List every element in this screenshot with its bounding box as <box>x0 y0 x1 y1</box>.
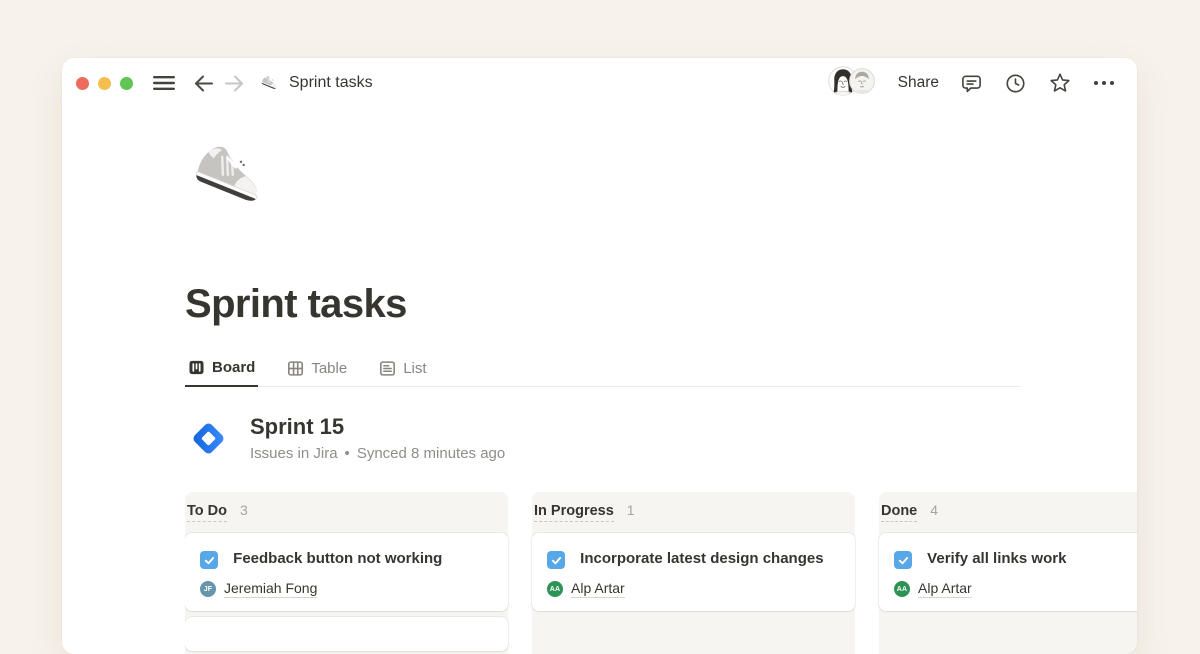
menu-icon[interactable] <box>153 74 175 92</box>
assignee-avatar: AA <box>894 581 910 597</box>
view-tabs: Board Table List <box>185 355 1020 387</box>
task-card[interactable]: Incorporate latest design changes AA Alp… <box>532 533 855 611</box>
more-ellipsis-icon[interactable] <box>1093 80 1115 86</box>
column-title[interactable]: In Progress <box>534 503 614 522</box>
tab-board-label: Board <box>212 359 255 376</box>
sprint-source: Issues in Jira <box>250 445 338 462</box>
bullet-separator: • <box>345 445 350 462</box>
task-title: Incorporate latest design changes <box>580 550 823 567</box>
task-assignee[interactable]: JF Jeremiah Fong <box>200 580 493 598</box>
task-title-row: Feedback button not working <box>200 546 493 572</box>
task-card-peek[interactable] <box>185 617 508 651</box>
jira-logo-icon <box>185 415 232 462</box>
page-sneaker-icon[interactable] <box>185 134 273 222</box>
task-title: Verify all links work <box>927 550 1066 567</box>
task-checkbox-icon[interactable] <box>200 551 218 569</box>
column-count: 1 <box>627 502 635 518</box>
page-body: Sprint tasks Board Table <box>62 134 1137 654</box>
close-window-button[interactable] <box>76 77 89 90</box>
sprint-title[interactable]: Sprint 15 <box>250 414 505 440</box>
comments-icon[interactable] <box>960 72 983 95</box>
column-count: 4 <box>930 502 938 518</box>
task-title-row: Incorporate latest design changes <box>547 546 840 572</box>
column-header: In Progress 1 <box>532 492 855 533</box>
minimize-window-button[interactable] <box>98 77 111 90</box>
titlebar: Sprint tasks <box>62 58 1137 108</box>
app-window: Sprint tasks <box>62 58 1137 654</box>
task-title: Feedback button not working <box>233 550 442 567</box>
back-arrow-icon[interactable] <box>193 74 214 93</box>
sprint-sync-status: Synced 8 minutes ago <box>357 445 505 462</box>
assignee-name: Alp Artar <box>571 580 625 598</box>
updates-clock-icon[interactable] <box>1004 72 1027 95</box>
column-count: 3 <box>240 502 248 518</box>
assignee-avatar: AA <box>547 581 563 597</box>
window-controls <box>76 77 133 90</box>
column-header: Done 4 <box>879 492 1137 533</box>
tab-table-label: Table <box>311 360 347 377</box>
column-title[interactable]: Done <box>881 503 917 522</box>
column-header: To Do 3 <box>185 492 508 533</box>
assignee-name: Alp Artar <box>918 580 972 598</box>
sprint-header: Sprint 15 Issues in Jira • Synced 8 minu… <box>185 414 1137 462</box>
sprint-subtitle: Issues in Jira • Synced 8 minutes ago <box>250 445 505 462</box>
tab-board[interactable]: Board <box>185 355 258 387</box>
task-checkbox-icon[interactable] <box>894 551 912 569</box>
tab-list[interactable]: List <box>376 355 429 387</box>
task-card[interactable]: Verify all links work AA Alp Artar <box>879 533 1137 611</box>
task-title-row: Verify all links work <box>894 546 1137 572</box>
assignee-avatar: JF <box>200 581 216 597</box>
task-card[interactable]: Feedback button not working JF Jeremiah … <box>185 533 508 611</box>
task-assignee[interactable]: AA Alp Artar <box>547 580 840 598</box>
forward-arrow-icon[interactable] <box>224 74 245 93</box>
column-title[interactable]: To Do <box>187 503 227 522</box>
tab-list-label: List <box>403 360 426 377</box>
favorite-star-icon[interactable] <box>1048 71 1072 95</box>
assignee-name: Jeremiah Fong <box>224 580 317 598</box>
sneaker-icon <box>259 73 280 94</box>
breadcrumb-page-title[interactable]: Sprint tasks <box>289 74 373 92</box>
task-assignee[interactable]: AA Alp Artar <box>894 580 1137 598</box>
tab-table[interactable]: Table <box>284 355 350 387</box>
page-title: Sprint tasks <box>185 282 1137 327</box>
avatar-collaborator-2 <box>849 68 875 99</box>
zoom-window-button[interactable] <box>120 77 133 90</box>
share-button[interactable]: Share <box>898 74 939 92</box>
collaborator-avatars[interactable] <box>828 66 875 101</box>
task-checkbox-icon[interactable] <box>547 551 565 569</box>
